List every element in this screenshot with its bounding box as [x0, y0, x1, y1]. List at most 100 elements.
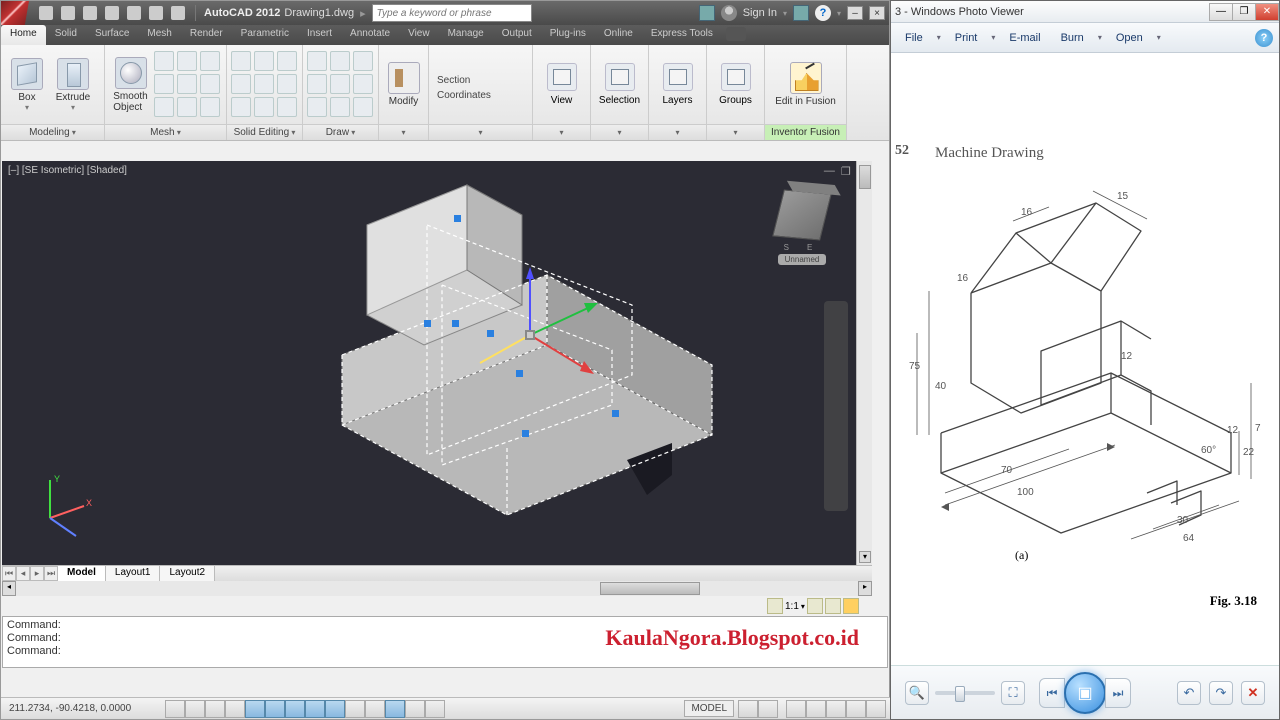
- layout-tab-layout2[interactable]: Layout2: [160, 566, 215, 581]
- draw-tool-icon[interactable]: [307, 74, 327, 94]
- draw-tool-icon[interactable]: [353, 74, 373, 94]
- save-icon[interactable]: [83, 6, 97, 20]
- vp-minimize-icon[interactable]: —: [824, 165, 835, 178]
- solid-tool-icon[interactable]: [254, 51, 274, 71]
- panel-title-groups[interactable]: [707, 124, 764, 140]
- wpv-burn-menu[interactable]: Burn: [1053, 29, 1092, 47]
- prev-image-button[interactable]: ⏮: [1039, 678, 1065, 708]
- draw-tool-icon[interactable]: [353, 51, 373, 71]
- mesh-tool-icon[interactable]: [200, 51, 220, 71]
- mesh-tool-icon[interactable]: [177, 51, 197, 71]
- osnap-toggle[interactable]: [245, 700, 265, 718]
- snap-toggle[interactable]: [165, 700, 185, 718]
- otrack-toggle[interactable]: [285, 700, 305, 718]
- tpy-toggle[interactable]: [365, 700, 385, 718]
- viewport-label[interactable]: [–] [SE Isometric] [Shaded]: [8, 165, 127, 176]
- mesh-tool-icon[interactable]: [154, 74, 174, 94]
- wpv-minimize-button[interactable]: —: [1209, 3, 1233, 21]
- am-toggle[interactable]: [425, 700, 445, 718]
- scroll-down-icon[interactable]: ▾: [859, 551, 871, 563]
- smooth-button[interactable]: Smooth Object: [109, 55, 152, 115]
- undo-icon[interactable]: [149, 6, 163, 20]
- slideshow-button[interactable]: ▣: [1064, 672, 1106, 714]
- panel-title-modify[interactable]: [379, 124, 428, 140]
- solid-tool-icon[interactable]: [231, 51, 251, 71]
- sign-in-link[interactable]: Sign In: [743, 7, 777, 19]
- help-icon[interactable]: ?: [815, 5, 831, 21]
- delete-icon[interactable]: ✕: [1241, 681, 1265, 705]
- wpv-image-canvas[interactable]: 52 Machine Drawing (a) Fig. 3.18: [891, 53, 1279, 663]
- print-icon[interactable]: [127, 6, 141, 20]
- 3d-model[interactable]: [312, 155, 732, 575]
- viewport-scrollbar-v[interactable]: ▾: [856, 161, 872, 565]
- solid-tool-icon[interactable]: [231, 97, 251, 117]
- wpv-help-icon[interactable]: ?: [1255, 29, 1273, 47]
- mesh-tool-icon[interactable]: [154, 51, 174, 71]
- scroll-right-icon[interactable]: ▸: [858, 581, 872, 596]
- navigation-bar[interactable]: [824, 301, 848, 511]
- vp-maximize-icon[interactable]: ❐: [841, 165, 851, 178]
- saveas-icon[interactable]: [105, 6, 119, 20]
- coordinates-label[interactable]: Coordinates: [437, 90, 491, 101]
- extrude-button[interactable]: Extrude▾: [51, 56, 95, 114]
- layout-prev-icon[interactable]: ◂: [16, 566, 30, 581]
- selection-button[interactable]: Selection: [595, 63, 644, 106]
- scrollbar-thumb[interactable]: [859, 165, 871, 189]
- 3dosnap-toggle[interactable]: [265, 700, 285, 718]
- ortho-toggle[interactable]: [205, 700, 225, 718]
- solid-tool-icon[interactable]: [231, 74, 251, 94]
- drawing-viewport[interactable]: [–] [SE Isometric] [Shaded] — ❐ ✕ SE Unn…: [2, 161, 872, 565]
- viewcube-cube-icon[interactable]: [772, 189, 832, 240]
- box-button[interactable]: Box▾: [5, 56, 49, 114]
- anno-vis-icon[interactable]: [807, 598, 823, 614]
- scroll-left-icon[interactable]: ◂: [2, 581, 16, 596]
- search-input[interactable]: [372, 4, 532, 22]
- layout-tab-layout1[interactable]: Layout1: [106, 566, 161, 581]
- next-image-button[interactable]: ⏭: [1105, 678, 1131, 708]
- tab-focus-icon[interactable]: [726, 27, 746, 41]
- mesh-tool-icon[interactable]: [200, 74, 220, 94]
- layout-last-icon[interactable]: ⏭: [44, 566, 58, 581]
- tab-home[interactable]: Home: [1, 25, 46, 45]
- anno-light-icon[interactable]: [843, 598, 859, 614]
- panel-title-mesh[interactable]: Mesh: [105, 124, 226, 140]
- section-label[interactable]: Section: [437, 75, 491, 86]
- panel-expand[interactable]: [429, 124, 532, 140]
- polar-toggle[interactable]: [225, 700, 245, 718]
- mesh-tool-icon[interactable]: [154, 97, 174, 117]
- tab-express[interactable]: Express Tools: [642, 25, 722, 45]
- anno-scale-icon[interactable]: [767, 598, 783, 614]
- app-logo-icon[interactable]: [1, 1, 29, 25]
- isolate-icon[interactable]: [846, 700, 866, 718]
- wpv-open-menu[interactable]: Open: [1108, 29, 1151, 47]
- tab-view[interactable]: View: [399, 25, 439, 45]
- wpv-close-button[interactable]: ✕: [1255, 3, 1279, 21]
- draw-tool-icon[interactable]: [330, 74, 350, 94]
- fit-window-icon[interactable]: ⛶: [1001, 681, 1025, 705]
- dyn-toggle[interactable]: [325, 700, 345, 718]
- view-button[interactable]: View: [537, 63, 586, 106]
- draw-tool-icon[interactable]: [353, 97, 373, 117]
- panel-title-layers[interactable]: [649, 124, 706, 140]
- layers-button[interactable]: Layers: [653, 63, 702, 106]
- tab-surface[interactable]: Surface: [86, 25, 138, 45]
- draw-tool-icon[interactable]: [330, 97, 350, 117]
- user-avatar-icon[interactable]: [721, 5, 737, 21]
- tab-manage[interactable]: Manage: [439, 25, 493, 45]
- mesh-tool-icon[interactable]: [200, 97, 220, 117]
- new-icon[interactable]: [39, 6, 53, 20]
- draw-tool-icon[interactable]: [307, 97, 327, 117]
- rotate-ccw-icon[interactable]: ↶: [1177, 681, 1201, 705]
- exchange-icon[interactable]: [699, 5, 715, 21]
- anno-auto-icon[interactable]: [825, 598, 841, 614]
- zoom-slider[interactable]: [935, 691, 995, 695]
- lock-icon[interactable]: [806, 700, 826, 718]
- solid-tool-icon[interactable]: [254, 97, 274, 117]
- viewcube-ucs-label[interactable]: Unnamed: [778, 254, 826, 265]
- quickview-drawings-icon[interactable]: [758, 700, 778, 718]
- layout-first-icon[interactable]: ⏮: [2, 566, 16, 581]
- viewport-scrollbar-h[interactable]: ◂ ▸: [2, 581, 872, 596]
- tab-parametric[interactable]: Parametric: [232, 25, 298, 45]
- tab-annotate[interactable]: Annotate: [341, 25, 399, 45]
- redo-icon[interactable]: [171, 6, 185, 20]
